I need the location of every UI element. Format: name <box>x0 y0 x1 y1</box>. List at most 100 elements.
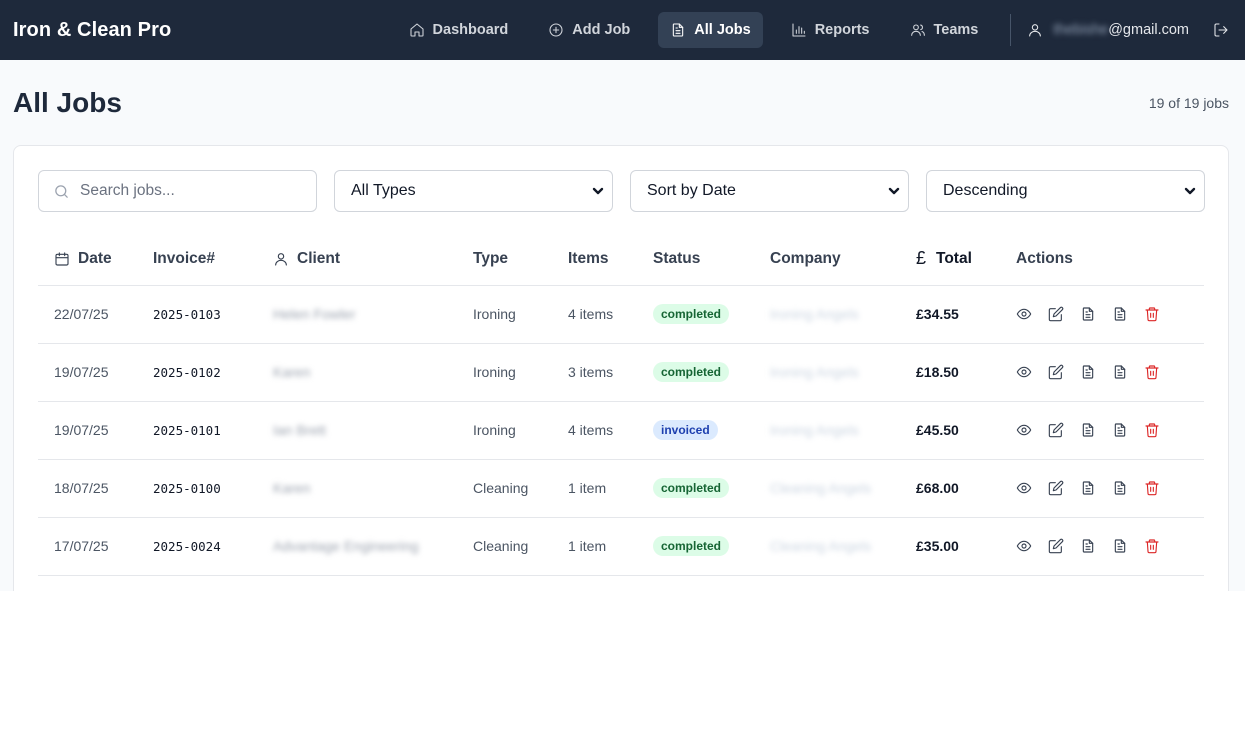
cell-total: £35.00 <box>916 517 1016 576</box>
cell-total: £18.50 <box>916 343 1016 402</box>
nav-dashboard[interactable]: Dashboard <box>397 12 521 48</box>
view-button[interactable] <box>1016 538 1032 554</box>
edit-button[interactable] <box>1048 306 1064 322</box>
user-icon <box>275 252 287 266</box>
logout-icon <box>1214 23 1228 37</box>
chevron-down-icon <box>1184 187 1196 195</box>
pound-icon: £ <box>916 248 927 269</box>
page-header: All Jobs 19 of 19 jobs <box>0 60 1245 146</box>
receipt-button[interactable] <box>1112 306 1128 322</box>
edit-button[interactable] <box>1048 480 1064 496</box>
receipt-button[interactable] <box>1112 480 1128 496</box>
page-title: All Jobs <box>13 87 122 118</box>
cell-actions <box>1016 459 1204 518</box>
search-input[interactable]: Search jobs... <box>38 170 317 212</box>
nav-reports-label: Reports <box>814 22 870 38</box>
edit-button[interactable] <box>1048 538 1064 554</box>
nav-teams[interactable]: Teams <box>898 12 991 48</box>
cell-actions <box>1016 401 1204 460</box>
cell-type: Ironing <box>473 401 568 460</box>
eye-icon <box>1016 482 1032 494</box>
cell-actions <box>1016 285 1204 344</box>
receipt-button[interactable] <box>1112 538 1128 554</box>
eye-icon <box>1016 366 1032 378</box>
invoice-button[interactable] <box>1080 538 1096 554</box>
table-row[interactable]: 19/07/25 2025-0101 Ian Brett Ironing 4 i… <box>38 401 1204 460</box>
cell-items: 4 items <box>568 401 653 460</box>
trash-icon <box>1145 481 1159 496</box>
cell-status: invoiced <box>653 401 770 460</box>
cell-company: Ironing Angels <box>770 285 916 344</box>
cell-status: completed <box>653 343 770 402</box>
cell-client: Advantage Engineering <box>273 517 473 576</box>
order-select[interactable]: Descending <box>926 170 1205 212</box>
user-account[interactable]: thebishe @gmail.com <box>1027 22 1189 38</box>
view-button[interactable] <box>1016 422 1032 438</box>
header-items[interactable]: Items <box>568 233 653 286</box>
users-icon <box>910 24 925 36</box>
header-type[interactable]: Type <box>473 233 568 286</box>
header-company[interactable]: Company <box>770 233 916 286</box>
calendar-icon <box>55 252 69 266</box>
cell-items: 1 item <box>568 459 653 518</box>
trash-icon <box>1145 539 1159 554</box>
header-actions: Actions <box>1016 233 1204 286</box>
plus-circle-icon <box>549 23 563 37</box>
view-button[interactable] <box>1016 364 1032 380</box>
nav-add-job[interactable]: Add Job <box>536 12 642 48</box>
table-row[interactable]: 17/07/25 2025-0024 Advantage Engineering… <box>38 517 1204 576</box>
cell-type: Ironing <box>473 285 568 344</box>
delete-button[interactable] <box>1144 306 1160 322</box>
cell-actions <box>1016 343 1204 402</box>
header-invoice[interactable]: Invoice# <box>153 233 273 286</box>
delete-button[interactable] <box>1144 422 1160 438</box>
invoice-button[interactable] <box>1080 480 1096 496</box>
nav-all-jobs[interactable]: All Jobs <box>658 12 763 48</box>
eye-icon <box>1016 308 1032 320</box>
delete-button[interactable] <box>1144 364 1160 380</box>
sort-value: Sort by Date <box>647 182 736 199</box>
nav-reports[interactable]: Reports <box>779 12 882 48</box>
brand-title[interactable]: Iron & Clean Pro <box>13 19 171 42</box>
cell-client: Karen <box>273 343 473 402</box>
delete-button[interactable] <box>1144 480 1160 496</box>
table-row[interactable]: 22/07/25 2025-0103 Helen Fowler Ironing … <box>38 285 1204 344</box>
cell-date: 19/07/25 <box>38 343 153 402</box>
table-row[interactable]: 18/07/25 2025-0100 Karen Cleaning 1 item… <box>38 459 1204 518</box>
document-icon <box>1114 307 1126 321</box>
receipt-button[interactable] <box>1112 422 1128 438</box>
trash-icon <box>1145 365 1159 380</box>
status-badge: completed <box>653 362 730 382</box>
top-navbar: Iron & Clean Pro Dashboard Add Job All J… <box>0 0 1245 60</box>
view-button[interactable] <box>1016 306 1032 322</box>
invoice-button[interactable] <box>1080 364 1096 380</box>
header-total[interactable]: £ Total <box>916 233 1016 286</box>
sort-select[interactable]: Sort by Date <box>630 170 909 212</box>
invoice-button[interactable] <box>1080 306 1096 322</box>
table-row[interactable]: 19/07/25 2025-0102 Karen Ironing 3 items… <box>38 343 1204 402</box>
jobs-table: Date Invoice# Client Type Items Status C… <box>38 233 1204 576</box>
cell-status: completed <box>653 285 770 344</box>
logout-button[interactable] <box>1213 22 1229 38</box>
view-button[interactable] <box>1016 480 1032 496</box>
edit-icon <box>1048 422 1064 438</box>
eye-icon <box>1016 424 1032 436</box>
delete-button[interactable] <box>1144 538 1160 554</box>
header-date[interactable]: Date <box>38 233 153 286</box>
document-icon <box>673 23 684 37</box>
main-nav: Dashboard Add Job All Jobs Reports Teams <box>397 0 1229 60</box>
header-status[interactable]: Status <box>653 233 770 286</box>
header-client[interactable]: Client <box>273 233 473 286</box>
edit-button[interactable] <box>1048 422 1064 438</box>
eye-icon <box>1016 540 1032 552</box>
invoice-button[interactable] <box>1080 422 1096 438</box>
document-icon <box>1114 423 1126 437</box>
document-icon <box>1082 365 1094 379</box>
type-filter-select[interactable]: All Types <box>334 170 613 212</box>
type-filter-value: All Types <box>351 182 416 199</box>
user-email-hidden: thebishe <box>1053 22 1109 38</box>
receipt-button[interactable] <box>1112 364 1128 380</box>
edit-button[interactable] <box>1048 364 1064 380</box>
search-placeholder: Search jobs... <box>80 182 175 199</box>
cell-total: £45.50 <box>916 401 1016 460</box>
